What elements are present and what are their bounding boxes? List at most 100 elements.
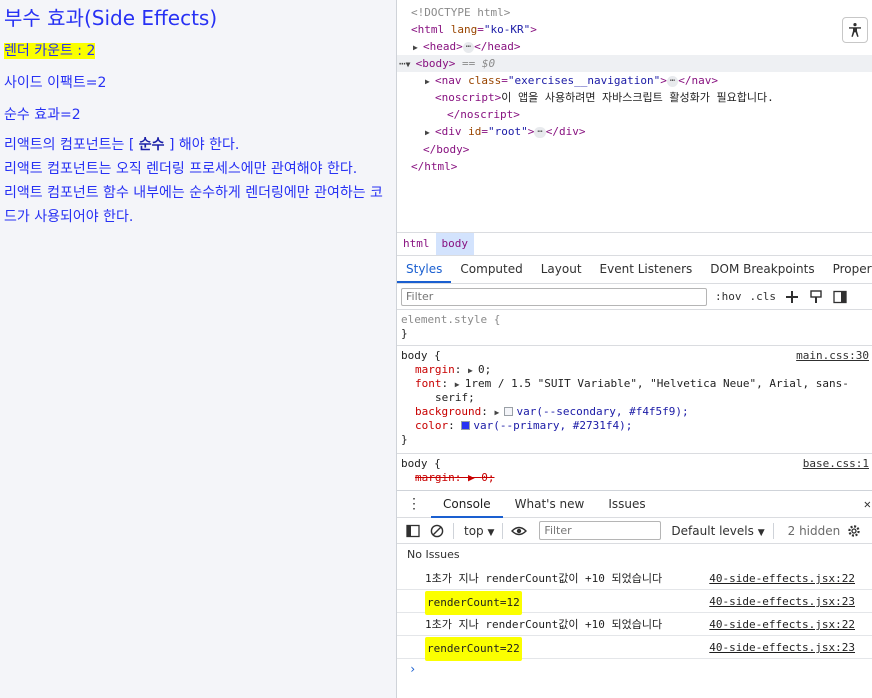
description-line-3: 리액트 컴포넌트 함수 내부에는 순수하게 렌더링에만 관여하는 코드가 사용되… [4, 185, 383, 225]
hover-state-toggle[interactable]: :hov [715, 290, 742, 303]
page-title: 부수 효과(Side Effects) [4, 6, 218, 30]
tab-properties[interactable]: Properties [824, 256, 872, 283]
tab-issues[interactable]: Issues [596, 491, 657, 518]
close-drawer-icon[interactable]: ✕ [864, 497, 871, 511]
log-source-link[interactable]: 40-side-effects.jsx:23 [709, 591, 855, 613]
tag-text: </nav> [678, 74, 718, 87]
collapsed-ellipsis[interactable]: ⋯ [534, 127, 546, 138]
expand-arrow-icon[interactable]: ▶ [425, 73, 435, 90]
tab-event-listeners[interactable]: Event Listeners [591, 256, 702, 283]
dom-body-node[interactable]: ⋯▼ <body> == $0 [397, 55, 872, 72]
css-value[interactable]: 1rem / 1.5 "SUIT Variable", "Helvetica N… [465, 377, 849, 390]
rule-selector: body { [401, 349, 441, 362]
css-property[interactable]: color [415, 419, 448, 432]
accessibility-tree-button[interactable] [842, 17, 868, 43]
console-log-row[interactable]: 1초가 지나 renderCount값이 +10 되었습니다 40-side-e… [397, 568, 872, 590]
breadcrumb-html[interactable]: html [397, 233, 436, 255]
row-more-icon[interactable]: ⋯ [397, 57, 406, 70]
description-text: ] 해야 한다. [164, 137, 240, 153]
side-effect-count: 사이드 이팩트=2 [4, 75, 107, 91]
tag-text: </body> [423, 143, 470, 156]
color-swatch[interactable] [461, 421, 471, 430]
expand-arrow-icon[interactable]: ▶ [468, 364, 478, 378]
dom-root-div-node[interactable]: ▶ <div id="root"> ⋯ </div> [425, 123, 586, 140]
body-rule-main-css[interactable]: main.css:30 body { margin: ▶ 0; font: ▶ 1r… [397, 346, 872, 454]
settings-gear-icon[interactable] [846, 523, 862, 539]
drawer-menu-icon[interactable]: ⋮ [397, 496, 431, 512]
tag-text: <head> [423, 40, 463, 53]
dom-nav-node[interactable]: ▶ <nav class="exercises__navigation"> ⋯ </n… [425, 72, 718, 89]
dom-html-close[interactable]: </html> [411, 158, 457, 175]
dom-noscript-node[interactable]: <noscript>이 앱을 사용하려면 자바스크립트 활성화가 필요합니다. [435, 89, 774, 106]
attr-name: lang [450, 23, 478, 36]
description-text: 리액트의 컴포넌트는 [ [4, 137, 139, 153]
console-toolbar: top ▼ Default levels ▼ 2 hidden [397, 518, 872, 544]
tab-styles[interactable]: Styles [397, 256, 452, 283]
tag-text: <body> [415, 57, 456, 70]
element-style-rule[interactable]: element.style { } [397, 310, 872, 346]
log-source-link[interactable]: 40-side-effects.jsx:22 [709, 568, 855, 590]
pure-effect-count: 순수 효과=2 [4, 107, 81, 123]
css-value[interactable]: serif; [435, 391, 475, 404]
log-source-link[interactable]: 40-side-effects.jsx:22 [709, 614, 855, 636]
sidebar-toggle-icon[interactable] [405, 523, 421, 539]
toggle-sidebar-icon[interactable] [832, 289, 848, 305]
css-property[interactable]: font [415, 377, 442, 390]
console-log-row[interactable]: renderCount=22 40-side-effects.jsx:23 [397, 637, 872, 661]
css-value-overridden[interactable]: 0; [481, 471, 494, 484]
context-selector[interactable]: top ▼ [464, 524, 494, 538]
dom-doctype[interactable]: <!DOCTYPE html> [411, 4, 510, 21]
expand-arrow-icon[interactable]: ▶ [425, 124, 435, 141]
console-filter-input[interactable] [539, 521, 662, 540]
styles-tab-bar: Styles Computed Layout Event Listeners D… [397, 256, 872, 284]
log-message: 1초가 지나 renderCount값이 +10 되었습니다 [425, 618, 663, 631]
tab-computed[interactable]: Computed [451, 256, 531, 283]
collapsed-ellipsis[interactable]: ⋯ [462, 42, 475, 53]
console-log-row[interactable]: renderCount=12 40-side-effects.jsx:23 [397, 591, 872, 615]
css-property-overridden[interactable]: margin [415, 471, 455, 484]
body-rule-base-css[interactable]: base.css:1 body { margin: ▶ 0; [397, 454, 872, 490]
expand-arrow-icon[interactable]: ▶ [455, 378, 465, 392]
render-count-text: 렌더 카운트 : 2 [4, 43, 96, 59]
toolbar-divider [772, 522, 774, 539]
collapsed-ellipsis[interactable]: ⋯ [666, 76, 679, 87]
tab-console[interactable]: Console [431, 491, 503, 518]
tab-whats-new[interactable]: What's new [503, 491, 597, 518]
class-toggle[interactable]: .cls [750, 290, 777, 303]
color-swatch[interactable] [504, 407, 514, 416]
new-rule-plus-icon[interactable] [784, 289, 800, 305]
toolbar-divider [453, 522, 454, 539]
eye-icon[interactable] [511, 523, 528, 539]
log-source-link[interactable]: 40-side-effects.jsx:23 [709, 637, 855, 659]
paint-brush-icon[interactable] [808, 289, 824, 305]
expand-arrow-icon[interactable]: ▶ [494, 406, 504, 420]
expand-arrow-icon[interactable]: ▶ [413, 39, 423, 56]
styles-filter-input[interactable] [401, 287, 707, 306]
dom-body-close[interactable]: </body> [423, 141, 469, 158]
hidden-count[interactable]: 2 hidden [788, 524, 841, 538]
description-line-1: 리액트의 컴포넌트는 [ 순수 ] 해야 한다. [4, 133, 392, 157]
noscript-text: 이 앱을 사용하려면 자바스크립트 활성화가 필요합니다. [501, 91, 774, 104]
tab-dom-breakpoints[interactable]: DOM Breakpoints [701, 256, 823, 283]
no-issues-label[interactable]: No Issues [407, 548, 460, 561]
console-prompt[interactable]: › [409, 662, 416, 676]
css-value[interactable]: var(--secondary, #f4f5f9); [516, 405, 688, 418]
clear-console-icon[interactable] [429, 523, 445, 539]
css-value[interactable]: 0; [478, 363, 491, 376]
dom-head-node[interactable]: ▶ <head> ⋯ </head> [413, 38, 521, 55]
dom-noscript-close[interactable]: </noscript> [447, 106, 520, 123]
dom-html-node[interactable]: <html lang="ko-KR"> [411, 21, 537, 38]
collapse-arrow-icon[interactable]: ▼ [406, 56, 416, 73]
description: 리액트의 컴포넌트는 [ 순수 ] 해야 한다. 리액트 컴포넌트는 오직 렌더… [4, 133, 392, 229]
css-value[interactable]: var(--primary, #2731f4); [473, 419, 632, 432]
rule-source-link[interactable]: main.css:30 [796, 349, 869, 362]
description-line-2: 리액트 컴포넌트는 오직 렌더링 프로세스에만 관여해야 한다. [4, 161, 358, 177]
log-levels-dropdown[interactable]: Default levels ▼ [671, 524, 764, 538]
tab-layout[interactable]: Layout [532, 256, 591, 283]
rule-source-link[interactable]: base.css:1 [803, 457, 869, 470]
console-log-row[interactable]: 1초가 지나 renderCount값이 +10 되었습니다 40-side-e… [397, 614, 872, 636]
css-property[interactable]: margin [415, 363, 455, 376]
css-property[interactable]: background [415, 405, 481, 418]
breadcrumb-body[interactable]: body [435, 233, 474, 255]
dropdown-arrow-icon: ▼ [487, 527, 495, 538]
